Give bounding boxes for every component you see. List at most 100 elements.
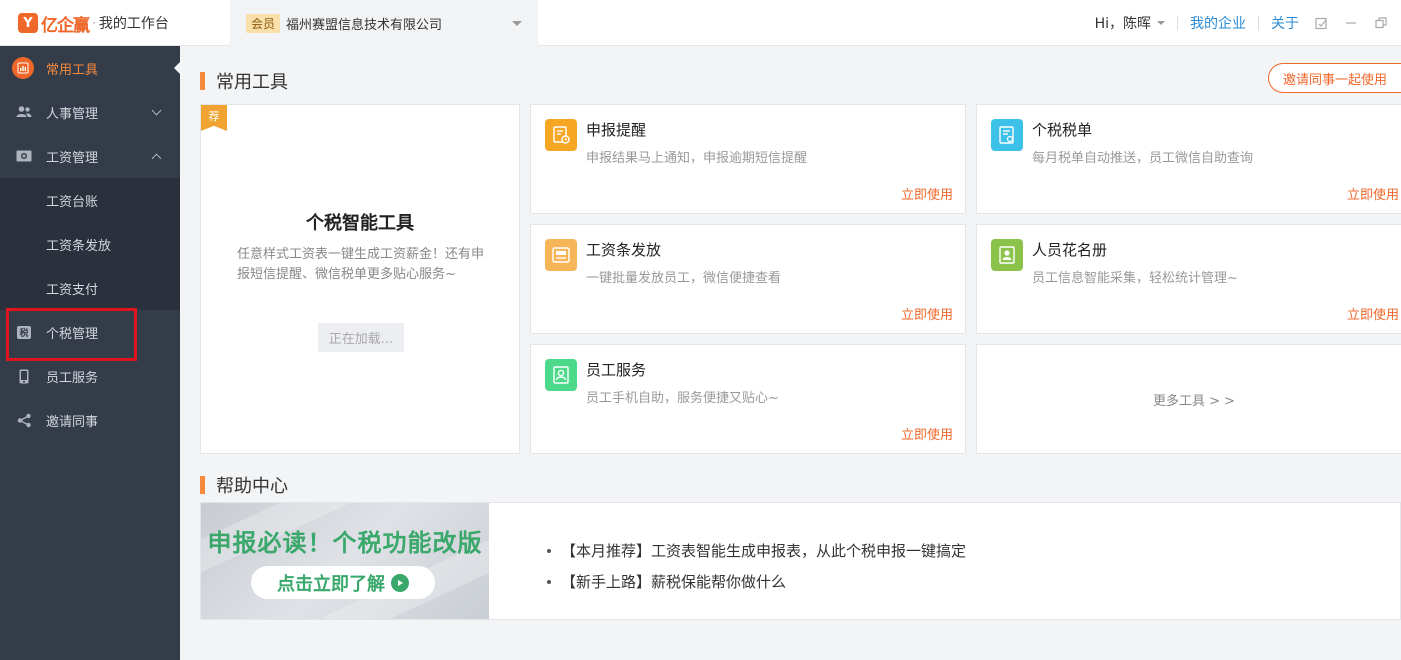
tax-icon-glyph: 税 bbox=[17, 325, 31, 339]
use-now-link[interactable]: 立即使用 bbox=[901, 184, 953, 203]
play-icon bbox=[391, 573, 409, 592]
tool-card-payslip[interactable]: 工资条发放 一键批量发放员工，微信便捷查看 立即使用 bbox=[530, 224, 966, 334]
use-now-link[interactable]: 立即使用 bbox=[1347, 304, 1399, 323]
section-title-tools: 常用工具 bbox=[200, 68, 288, 94]
reminder-icon bbox=[545, 119, 577, 151]
restore-icon[interactable] bbox=[1373, 15, 1389, 31]
edit-icon[interactable] bbox=[1313, 15, 1329, 31]
feature-card-tax-tool: 荐 个税智能工具 任意样式工资表一键生成工资薪金！还有申报短信提醒、微信税单更多… bbox=[200, 104, 520, 454]
tool-name: 人员花名册 bbox=[1032, 241, 1108, 259]
tool-description: 每月税单自动推送，员工微信自助查询 bbox=[1032, 151, 1254, 166]
banner-title: 申报必读！个税功能改版 bbox=[207, 529, 483, 557]
help-link[interactable]: 【本月推荐】工资表智能生成申报表，从此个税申报一键搞定 bbox=[547, 535, 966, 566]
user-menu[interactable]: Hi，陈晖 bbox=[1095, 13, 1165, 33]
tool-card-tax-statement[interactable]: 个税税单 每月税单自动推送，员工微信自助查询 立即使用 bbox=[976, 104, 1401, 214]
help-link[interactable]: 【新手上路】薪税保能帮你做什么 bbox=[547, 566, 966, 597]
sidebar-subitem-salary-payment[interactable]: 工资支付 bbox=[0, 266, 180, 310]
feature-description: 任意样式工资表一键生成工资薪金！还有申报短信提醒、微信税单更多贴心服务~ bbox=[237, 247, 485, 282]
brand-logo-icon: Y bbox=[18, 13, 38, 33]
tool-name: 工资条发放 bbox=[586, 241, 662, 259]
sidebar-item-label: 人事管理 bbox=[46, 106, 99, 122]
invite-colleagues-button[interactable]: 邀请同事一起使用 bbox=[1268, 63, 1401, 93]
use-now-link[interactable]: 立即使用 bbox=[901, 304, 953, 323]
sidebar-item-label: 常用工具 bbox=[46, 62, 99, 78]
member-badge: 会员 bbox=[246, 13, 281, 33]
payroll-icon bbox=[16, 148, 32, 164]
loading-button[interactable]: 正在加载... bbox=[318, 323, 404, 352]
payslip-icon bbox=[545, 239, 577, 271]
people-icon bbox=[16, 104, 32, 120]
sidebar: 常用工具 人事管理 工资管理 工资台账 工资条发放 工资支付 税 个税管理 员工… bbox=[0, 46, 180, 660]
sidebar-item-common-tools[interactable]: 常用工具 bbox=[0, 46, 180, 90]
sidebar-item-tax[interactable]: 税 个税管理 bbox=[0, 310, 180, 354]
bullet bbox=[547, 548, 551, 553]
sidebar-item-label: 工资支付 bbox=[46, 282, 99, 298]
brand-name: 亿企赢 bbox=[41, 15, 90, 36]
app-logo[interactable]: Y 亿企赢 · 我的工作台 bbox=[18, 12, 169, 36]
tool-card-filing-reminder[interactable]: 申报提醒 申报结果马上通知，申报逾期短信提醒 立即使用 bbox=[530, 104, 966, 214]
chevron-down-icon bbox=[151, 105, 162, 116]
tool-card-roster[interactable]: 人员花名册 员工信息智能采集，轻松统计管理~ 立即使用 bbox=[976, 224, 1401, 334]
workspace-title: 我的工作台 bbox=[98, 16, 169, 32]
sidebar-subitem-payslip[interactable]: 工资条发放 bbox=[0, 222, 180, 266]
sidebar-item-invite[interactable]: 邀请同事 bbox=[0, 398, 180, 442]
company-name: 福州赛盟信息技术有限公司 bbox=[286, 17, 443, 33]
sidebar-item-label: 工资条发放 bbox=[46, 238, 112, 254]
help-banner[interactable]: 申报必读！个税功能改版 点击立即了解 bbox=[201, 503, 489, 619]
user-greeting: Hi，陈晖 bbox=[1094, 16, 1151, 32]
top-header: Y 亿企赢 · 我的工作台 会员 福州赛盟信息技术有限公司 Hi，陈晖 我的企业… bbox=[0, 0, 1401, 46]
banner-button-label: 点击立即了解 bbox=[277, 573, 385, 595]
minimize-icon[interactable] bbox=[1343, 15, 1359, 31]
tool-name: 申报提醒 bbox=[586, 121, 647, 139]
feature-title: 个税智能工具 bbox=[306, 213, 414, 234]
tool-description: 员工信息智能采集，轻松统计管理~ bbox=[1032, 271, 1238, 286]
roster-icon bbox=[991, 239, 1023, 271]
tax-icon: 税 bbox=[16, 324, 32, 340]
phone-icon bbox=[16, 368, 32, 384]
about-link[interactable]: 关于 bbox=[1271, 13, 1299, 33]
help-link-text: 【本月推荐】工资表智能生成申报表，从此个税申报一键搞定 bbox=[561, 542, 967, 560]
top-right-actions: Hi，陈晖 我的企业 关于 bbox=[1095, 0, 1389, 46]
help-center-panel: 申报必读！个税功能改版 点击立即了解 【本月推荐】工资表智能生成申报表，从此个税… bbox=[200, 502, 1401, 620]
tool-name: 个税税单 bbox=[1032, 121, 1093, 139]
section-title-text: 帮助中心 bbox=[216, 476, 288, 497]
sidebar-item-employee-service[interactable]: 员工服务 bbox=[0, 354, 180, 398]
use-now-link[interactable]: 立即使用 bbox=[901, 424, 953, 443]
section-accent-bar bbox=[200, 476, 205, 494]
company-selector[interactable]: 会员 福州赛盟信息技术有限公司 bbox=[230, 0, 538, 46]
employee-icon bbox=[545, 359, 577, 391]
sidebar-item-hr[interactable]: 人事管理 bbox=[0, 90, 180, 134]
tax-statement-icon bbox=[991, 119, 1023, 151]
sidebar-subitem-salary-ledger[interactable]: 工资台账 bbox=[0, 178, 180, 222]
chevron-down-icon bbox=[512, 21, 522, 26]
tool-description: 申报结果马上通知，申报逾期短信提醒 bbox=[586, 151, 808, 166]
main-content: 常用工具 邀请同事一起使用 荐 个税智能工具 任意样式工资表一键生成工资薪金！还… bbox=[180, 46, 1401, 660]
sidebar-item-label: 工资台账 bbox=[46, 194, 99, 210]
tool-name: 员工服务 bbox=[586, 361, 647, 379]
help-link-text: 【新手上路】薪税保能帮你做什么 bbox=[561, 573, 787, 591]
recommend-tag: 荐 bbox=[201, 105, 227, 131]
tool-card-more[interactable]: 更多工具 > > bbox=[976, 344, 1401, 454]
my-company-link[interactable]: 我的企业 bbox=[1190, 13, 1246, 33]
tool-description: 一键批量发放员工，微信便捷查看 bbox=[586, 271, 782, 286]
tool-description: 员工手机自助，服务便捷又贴心~ bbox=[586, 391, 779, 406]
banner-learn-more-button[interactable]: 点击立即了解 bbox=[251, 566, 435, 599]
sidebar-item-label: 个税管理 bbox=[46, 326, 99, 342]
sidebar-item-label: 员工服务 bbox=[46, 370, 99, 386]
section-title-help: 帮助中心 bbox=[200, 472, 288, 498]
bullet bbox=[547, 579, 551, 584]
tool-card-employee-service[interactable]: 员工服务 员工手机自助，服务便捷又贴心~ 立即使用 bbox=[530, 344, 966, 454]
sidebar-item-payroll[interactable]: 工资管理 bbox=[0, 134, 180, 178]
use-now-link[interactable]: 立即使用 bbox=[1347, 184, 1399, 203]
sidebar-item-label: 邀请同事 bbox=[46, 414, 99, 430]
more-tools-link[interactable]: 更多工具 > > bbox=[977, 345, 1401, 453]
divider bbox=[1177, 16, 1178, 30]
section-accent-bar bbox=[200, 72, 205, 90]
chevron-up-icon bbox=[151, 153, 162, 164]
section-title-text: 常用工具 bbox=[216, 72, 288, 93]
help-links: 【本月推荐】工资表智能生成申报表，从此个税申报一键搞定 【新手上路】薪税保能帮你… bbox=[547, 535, 966, 597]
chart-icon bbox=[12, 57, 34, 79]
share-icon bbox=[16, 412, 32, 428]
sidebar-item-label: 工资管理 bbox=[46, 150, 99, 166]
brand-separator: · bbox=[92, 16, 96, 30]
